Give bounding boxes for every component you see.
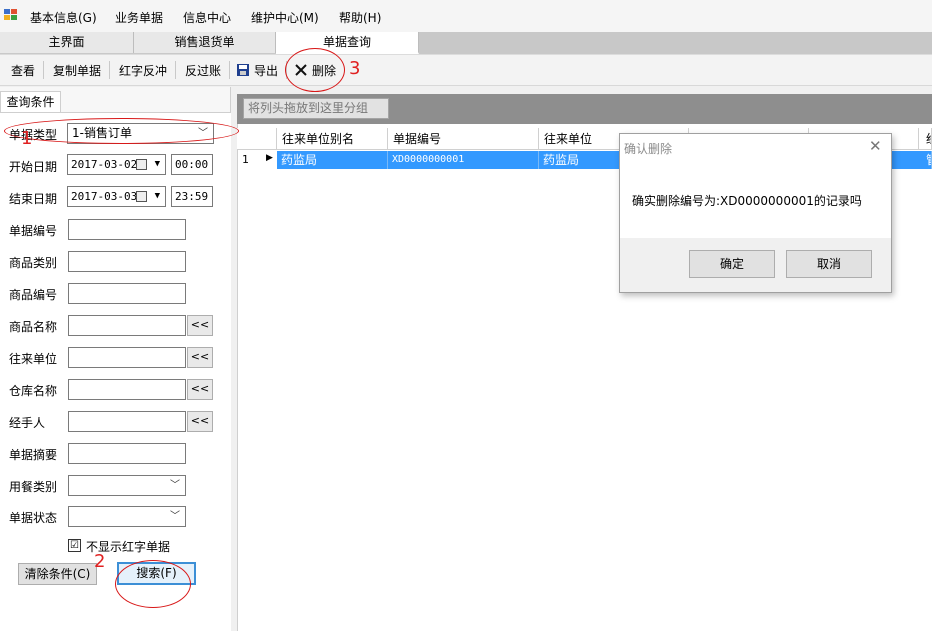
app-icon[interactable]: [4, 9, 18, 21]
start-date-label: 开始日期: [9, 160, 58, 174]
reverse-post-button[interactable]: 反过账: [185, 62, 221, 79]
copy-doc-button[interactable]: 复制单据: [53, 62, 101, 79]
summary-input[interactable]: [68, 443, 186, 464]
column-header-handler[interactable]: 经: [919, 128, 932, 150]
cancel-button[interactable]: 取消: [786, 250, 872, 278]
confirm-delete-dialog: 确认删除 ✕ 确实删除编号为:XD0000000001的记录吗 确定 取消: [619, 133, 892, 293]
row-indicator-header: [237, 128, 277, 150]
annotation-oval-delete: [285, 48, 345, 92]
start-date-picker[interactable]: 2017-03-02 ▼: [67, 154, 166, 175]
annotation-number: 3: [349, 58, 361, 79]
toolbar-separator: [175, 61, 176, 79]
menu-basic-info[interactable]: 基本信息(G): [30, 9, 97, 26]
product-category-input[interactable]: [68, 251, 186, 272]
view-button[interactable]: 查看: [11, 62, 35, 79]
dialog-title: 确认删除: [624, 142, 673, 156]
annotation-number: 2: [94, 551, 106, 572]
group-by-hint: 将列头拖放到这里分组: [243, 98, 389, 119]
summary-label: 单据摘要: [9, 448, 58, 462]
doc-no-input[interactable]: [68, 219, 186, 240]
annotation-oval-search: [115, 560, 191, 608]
meal-type-select[interactable]: ﹀: [68, 475, 186, 496]
calendar-icon: [136, 191, 147, 202]
row-number: 1: [242, 153, 249, 166]
end-date-value: 2017-03-03: [71, 190, 138, 203]
product-name-input[interactable]: [68, 315, 186, 336]
handler-pick-button[interactable]: <<: [187, 411, 213, 432]
tab-strip-empty: [419, 32, 932, 54]
tab-main[interactable]: 主界面: [0, 32, 134, 53]
red-reverse-button[interactable]: 红字反冲: [119, 62, 167, 79]
product-code-input[interactable]: [68, 283, 186, 304]
save-icon: [237, 64, 249, 76]
group-by-panel[interactable]: 将列头拖放到这里分组: [237, 94, 932, 124]
end-date-label: 结束日期: [9, 192, 58, 206]
chevron-down-icon: ﹀: [170, 511, 180, 522]
menu-maintenance-center[interactable]: 维护中心(M): [251, 9, 319, 26]
end-date-picker[interactable]: 2017-03-03 ▼: [67, 186, 166, 207]
dialog-message: 确实删除编号为:XD0000000001的记录吗: [632, 194, 862, 208]
tab-sales-return[interactable]: 销售退货单: [134, 32, 276, 53]
toolbar-separator: [43, 61, 44, 79]
doc-no-label: 单据编号: [9, 224, 58, 238]
cell-handler[interactable]: 管: [919, 151, 932, 169]
warehouse-label: 仓库名称: [9, 384, 58, 398]
product-category-label: 商品类别: [9, 256, 58, 270]
current-row-arrow-icon: ▶: [266, 153, 273, 163]
warehouse-pick-button[interactable]: <<: [187, 379, 213, 400]
handler-input[interactable]: [68, 411, 186, 432]
cell-doc-no[interactable]: XD0000000001: [388, 151, 539, 169]
product-code-label: 商品编号: [9, 288, 58, 302]
partner-input[interactable]: [68, 347, 186, 368]
column-header-doc-no[interactable]: 单据编号: [388, 128, 539, 150]
menu-info-center[interactable]: 信息中心: [183, 9, 231, 26]
cell-partner-alias[interactable]: 药监局: [277, 151, 388, 169]
dropdown-arrow-icon: ▼: [154, 159, 160, 169]
dialog-footer: 确定 取消: [620, 238, 891, 292]
doc-status-select[interactable]: ﹀: [68, 506, 186, 527]
export-label: 导出: [254, 64, 279, 78]
doc-status-label: 单据状态: [9, 511, 58, 525]
dropdown-arrow-icon: ▼: [154, 191, 160, 201]
annotation-number: 1: [21, 128, 33, 149]
menu-business-docs[interactable]: 业务单据: [115, 9, 163, 26]
end-time-field[interactable]: 23:59: [171, 186, 213, 207]
menu-bar: 基本信息(G) 业务单据 信息中心 维护中心(M) 帮助(H): [0, 0, 932, 32]
tab-query-conditions[interactable]: 查询条件: [0, 91, 61, 113]
hide-red-checkbox[interactable]: ☑: [68, 539, 81, 552]
meal-type-label: 用餐类别: [9, 480, 58, 494]
partner-pick-button[interactable]: <<: [187, 347, 213, 368]
start-time-field[interactable]: 00:00: [171, 154, 213, 175]
partner-label: 往来单位: [9, 352, 58, 366]
ok-button[interactable]: 确定: [689, 250, 775, 278]
warehouse-input[interactable]: [68, 379, 186, 400]
annotation-oval-doc-type: [4, 118, 239, 144]
chevron-down-icon: ﹀: [170, 480, 180, 491]
start-date-value: 2017-03-02: [71, 158, 138, 171]
close-icon[interactable]: ✕: [869, 137, 882, 155]
toolbar-separator: [229, 61, 230, 79]
handler-label: 经手人: [9, 416, 46, 430]
document-tabs: 主界面 销售退货单 单据查询: [0, 32, 932, 54]
product-name-pick-button[interactable]: <<: [187, 315, 213, 336]
calendar-icon: [136, 159, 147, 170]
toolbar: 查看 复制单据 红字反冲 反过账 导出 删除: [0, 54, 932, 86]
menu-help[interactable]: 帮助(H): [339, 9, 381, 26]
product-name-label: 商品名称: [9, 320, 58, 334]
toolbar-separator: [109, 61, 110, 79]
clear-conditions-button[interactable]: 清除条件(C): [18, 563, 97, 585]
column-header-partner-alias[interactable]: 往来单位别名: [277, 128, 388, 150]
